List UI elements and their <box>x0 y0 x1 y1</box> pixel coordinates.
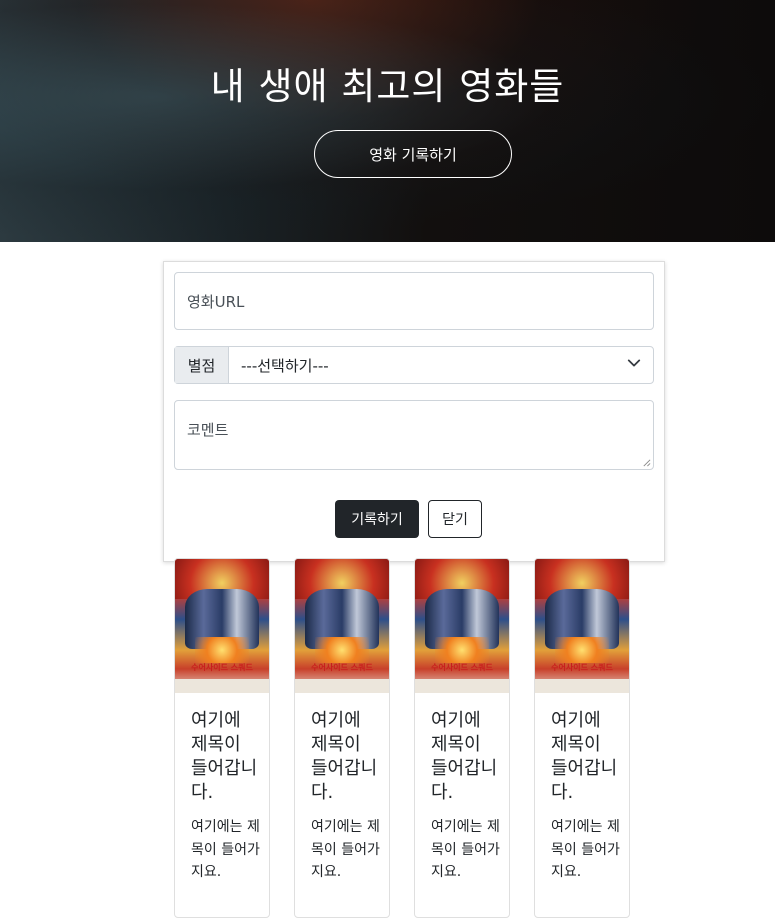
movie-card[interactable]: 수어사이드 스쿼드 여기에 제목이 들어갑니다. 여기에는 제목이 들어가지요. <box>174 558 270 918</box>
hero-banner: 내 생애 최고의 영화들 영화 기록하기 <box>0 0 775 242</box>
page-title: 내 생애 최고의 영화들 <box>210 65 565 108</box>
rating-select[interactable]: ---선택하기--- <box>229 347 653 383</box>
comment-placeholder: 코멘트 <box>187 421 229 439</box>
poster-title: 수어사이드 스쿼드 <box>191 663 253 672</box>
poster-title: 수어사이드 스쿼드 <box>431 663 493 672</box>
movie-url-input[interactable]: 영화URL <box>174 272 654 330</box>
card-text: 여기에는 제목이 들어가지요. <box>311 819 380 880</box>
movie-poster-image: 수어사이드 스쿼드 <box>415 559 509 693</box>
rating-select-group: 별점 ---선택하기--- <box>174 346 654 384</box>
chevron-down-icon <box>627 356 641 374</box>
card-text: 여기에는 제목이 들어가지요. <box>551 819 620 880</box>
card-text: 여기에는 제목이 들어가지요. <box>431 819 500 880</box>
card-title: 여기에 제목이 들어갑니다. <box>431 710 498 803</box>
movie-card[interactable]: 수어사이드 스쿼드 여기에 제목이 들어갑니다. 여기에는 제목이 들어가지요. <box>294 558 390 918</box>
rating-label: 별점 <box>175 347 229 383</box>
movie-poster-image: 수어사이드 스쿼드 <box>535 559 629 693</box>
record-movie-button[interactable]: 영화 기록하기 <box>314 130 512 178</box>
movie-form: 영화URL 별점 ---선택하기--- 코멘트 기록하기 닫기 <box>163 261 665 562</box>
close-button[interactable]: 닫기 <box>428 500 482 538</box>
card-title: 여기에 제목이 들어갑니다. <box>191 710 258 803</box>
card-text: 여기에는 제목이 들어가지요. <box>191 819 260 880</box>
poster-title: 수어사이드 스쿼드 <box>311 663 373 672</box>
movie-poster-image: 수어사이드 스쿼드 <box>295 559 389 693</box>
card-title: 여기에 제목이 들어갑니다. <box>311 710 378 803</box>
movie-card[interactable]: 수어사이드 스쿼드 여기에 제목이 들어갑니다. 여기에는 제목이 들어가지요. <box>414 558 510 918</box>
rating-selected-value: ---선택하기--- <box>241 356 329 375</box>
resize-handle-icon[interactable] <box>642 458 651 467</box>
poster-title: 수어사이드 스쿼드 <box>551 663 613 672</box>
submit-button[interactable]: 기록하기 <box>335 500 419 538</box>
comment-textarea[interactable]: 코멘트 <box>174 400 654 470</box>
movie-poster-image: 수어사이드 스쿼드 <box>175 559 269 693</box>
movie-card[interactable]: 수어사이드 스쿼드 여기에 제목이 들어갑니다. 여기에는 제목이 들어가지요. <box>534 558 630 918</box>
movie-url-placeholder: 영화URL <box>187 292 245 311</box>
card-title: 여기에 제목이 들어갑니다. <box>551 710 618 803</box>
